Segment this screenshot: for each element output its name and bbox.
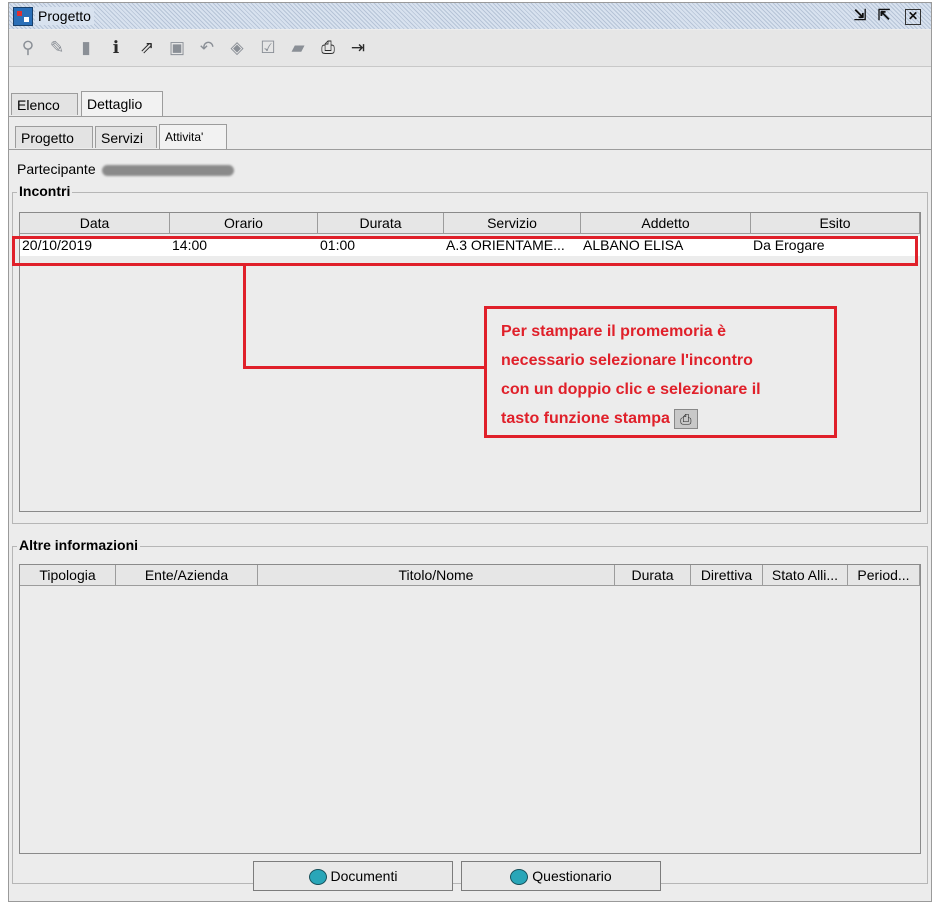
callout-line-3: con un doppio clic e selezionare il: [501, 381, 761, 398]
book-icon: [510, 869, 529, 886]
undo-icon[interactable]: ↶: [197, 38, 217, 58]
col-stato[interactable]: Stato Alli...: [763, 565, 848, 586]
title-bar: Progetto ⇲ ⇱ ✕: [9, 3, 931, 29]
callout-connector-vertical: [243, 266, 246, 369]
col-esito[interactable]: Esito: [751, 213, 920, 234]
edit-icon[interactable]: ✎: [47, 38, 67, 58]
callout-box: Per stampare il promemoria è necessario …: [484, 306, 837, 438]
restore-icon[interactable]: ⇲: [851, 7, 869, 25]
toolbar: ⚲ ✎ ▮ ℹ ⇗ ▣ ↶ ◈ ☑ ▰ ⎙ ⇥: [9, 30, 931, 67]
tab-servizi[interactable]: Servizi: [95, 126, 157, 148]
col-tipologia[interactable]: Tipologia: [20, 565, 116, 586]
callout-connector-horizontal: [243, 366, 486, 369]
col-ente[interactable]: Ente/Azienda: [116, 565, 258, 586]
col-orario[interactable]: Orario: [170, 213, 318, 234]
col-data[interactable]: Data: [20, 213, 170, 234]
project-window: Progetto ⇲ ⇱ ✕ ⚲ ✎ ▮ ℹ ⇗ ▣ ↶ ◈ ☑ ▰ ⎙ ⇥ E…: [8, 2, 932, 902]
row-highlight-box: [12, 236, 918, 266]
documenti-label: Documenti: [330, 868, 398, 884]
col-servizio[interactable]: Servizio: [444, 213, 581, 234]
incontri-title: Incontri: [17, 183, 73, 199]
check-icon[interactable]: ☑: [258, 38, 278, 58]
tab-attivita[interactable]: Attivita': [159, 124, 227, 149]
col-direttiva[interactable]: Direttiva: [691, 565, 763, 586]
col-addetto[interactable]: Addetto: [581, 213, 751, 234]
tab-dettaglio[interactable]: Dettaglio: [81, 91, 163, 116]
callout-line-1: Per stampare il promemoria è: [501, 323, 726, 340]
delete-icon[interactable]: ◈: [227, 38, 247, 58]
questionario-label: Questionario: [532, 868, 612, 884]
altre-informazioni-group: Altre informazioni Tipologia Ente/Aziend…: [12, 537, 928, 884]
sub-tabs: Progetto Servizi Attivita': [9, 124, 931, 150]
search-icon[interactable]: ⚲: [18, 38, 38, 58]
window-title: Progetto: [35, 7, 94, 25]
main-tabs: Elenco Dettaglio: [9, 91, 931, 117]
maximize-icon[interactable]: ⇱: [875, 7, 893, 25]
save-icon[interactable]: ▣: [167, 38, 187, 58]
callout-line-2: necessario selezionare l'incontro: [501, 352, 753, 369]
col-durata[interactable]: Durata: [318, 213, 444, 234]
folder-icon[interactable]: ▰: [288, 38, 308, 58]
col-durata[interactable]: Durata: [615, 565, 691, 586]
tab-progetto[interactable]: Progetto: [15, 126, 93, 148]
new-icon[interactable]: ▮: [76, 38, 96, 58]
book-icon: [308, 869, 327, 886]
altre-title: Altre informazioni: [17, 537, 141, 553]
col-periodo[interactable]: Period...: [848, 565, 920, 586]
tab-divider: [9, 116, 931, 117]
altre-table: Tipologia Ente/Azienda Titolo/Nome Durat…: [19, 564, 921, 854]
app-icon: [13, 7, 33, 26]
participant-row: Partecipante: [17, 161, 234, 177]
print-icon[interactable]: ⎙: [318, 38, 338, 58]
documenti-button[interactable]: Documenti: [253, 861, 453, 891]
callout-line-4: tasto funzione stampa: [501, 410, 670, 427]
col-titolo[interactable]: Titolo/Nome: [258, 565, 615, 586]
close-icon[interactable]: ✕: [905, 9, 921, 25]
tab-divider: [9, 149, 931, 150]
exit-icon[interactable]: ⇥: [348, 38, 368, 58]
export-icon[interactable]: ⇗: [137, 38, 157, 58]
participant-label: Partecipante: [17, 161, 96, 177]
info-icon[interactable]: ℹ: [106, 38, 126, 58]
tab-elenco[interactable]: Elenco: [11, 93, 78, 115]
questionario-button[interactable]: Questionario: [461, 861, 661, 891]
participant-name-redacted: [101, 164, 234, 176]
print-icon: ⎙: [673, 408, 698, 429]
